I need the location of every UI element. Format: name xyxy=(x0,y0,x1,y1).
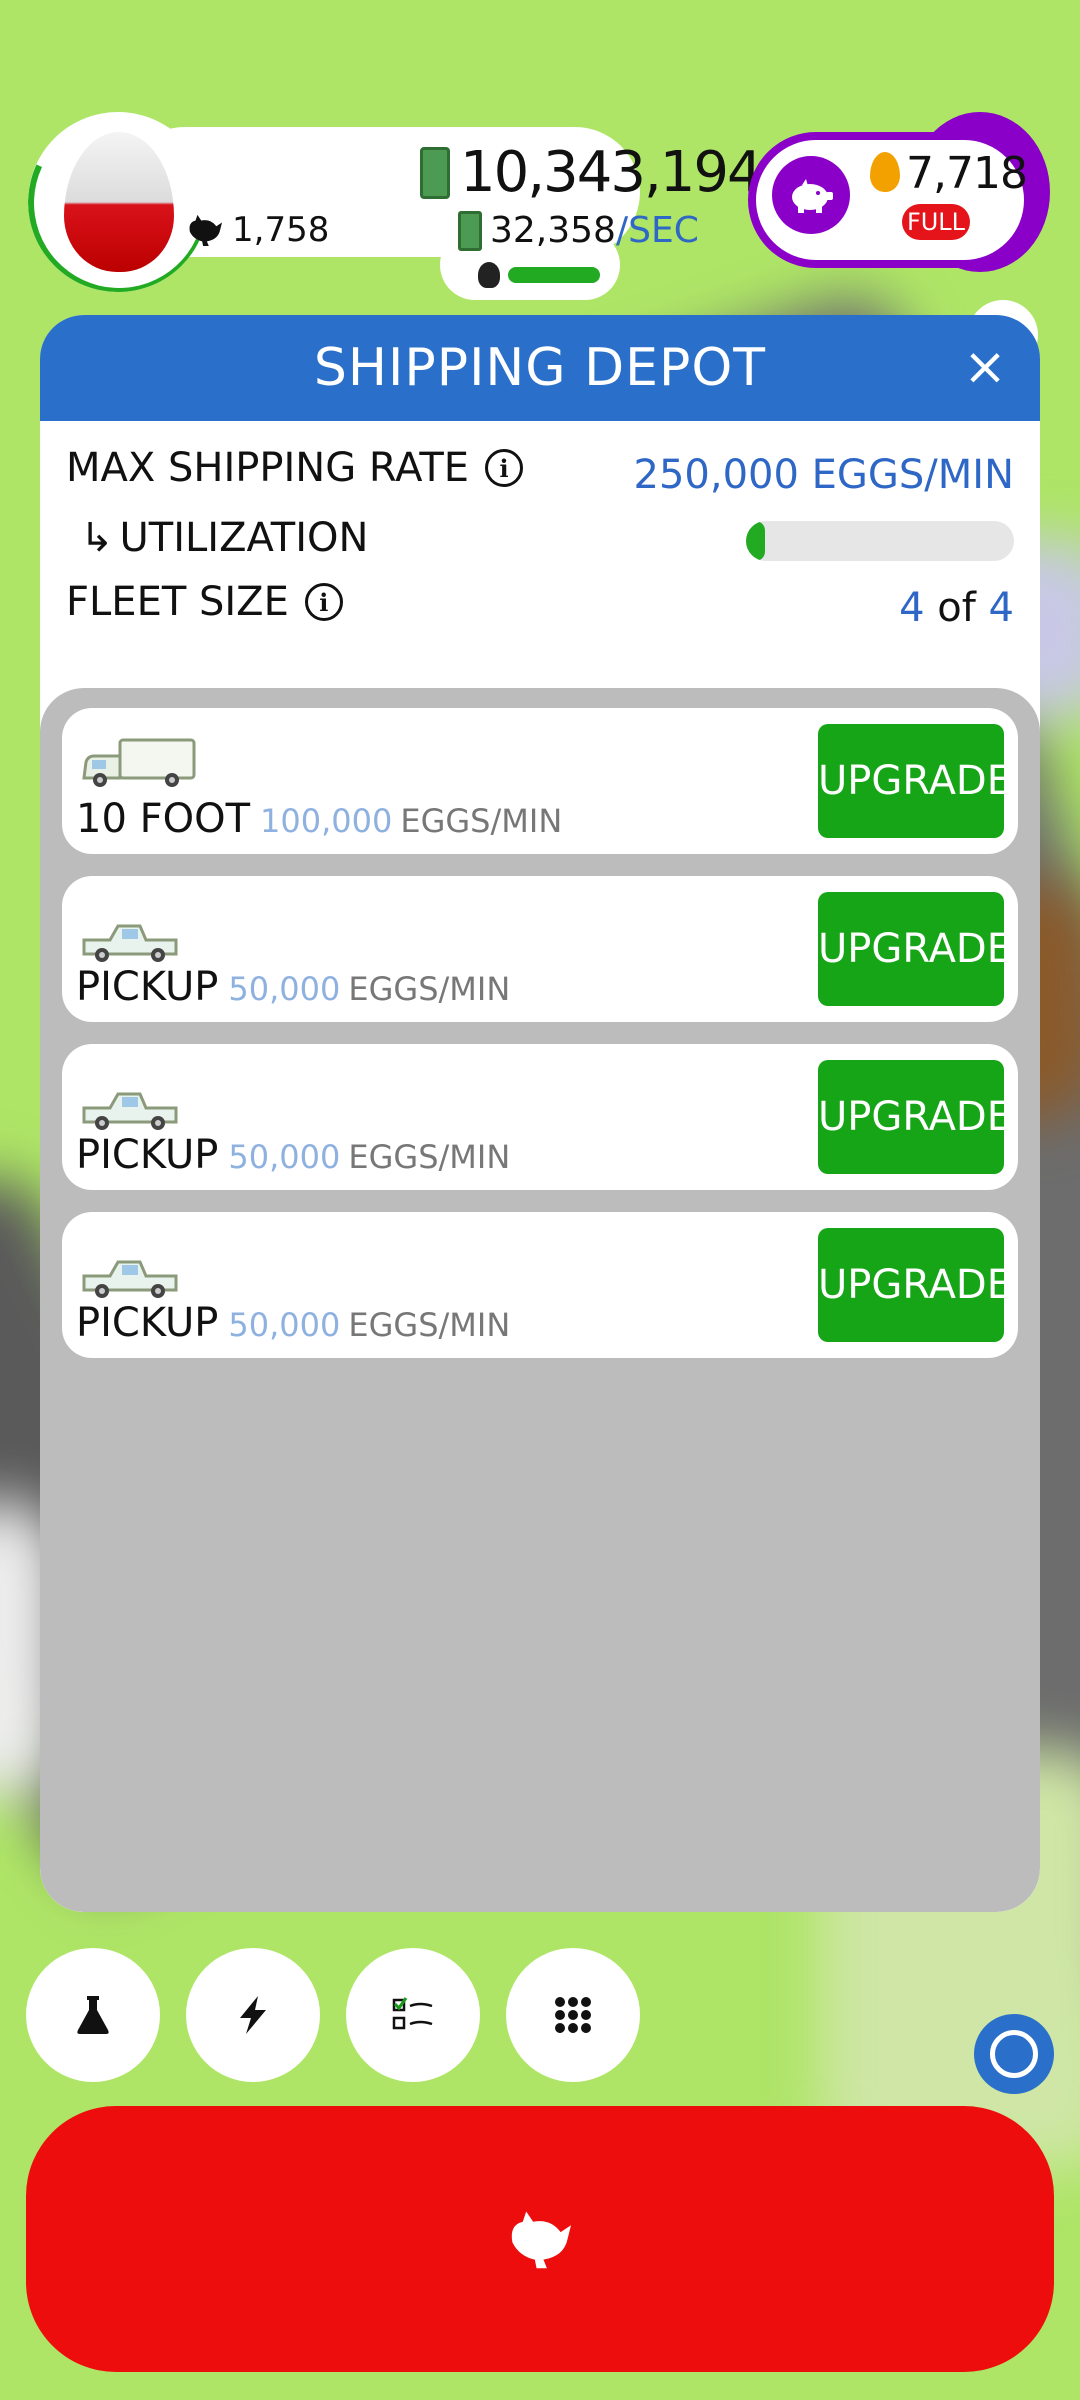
truck-name: PICKUP xyxy=(76,1132,219,1178)
upgrade-button[interactable]: UPGRADE xyxy=(818,1228,1012,1342)
truck-capacity-unit: EGGS/MIN xyxy=(400,802,563,840)
truck-card: 10 FOOT 100,000 EGGS/MIN UPGRADE xyxy=(62,708,1018,854)
fleet-size-value: 4 of 4 xyxy=(899,585,1014,631)
hatch-chicken-button[interactable] xyxy=(26,2106,1054,2372)
checklist-icon xyxy=(392,1997,433,2030)
cash-icon xyxy=(458,210,482,251)
missions-button[interactable] xyxy=(346,1948,480,2082)
return-arrow-icon: ↳ xyxy=(80,515,114,561)
chicken-icon xyxy=(189,214,222,247)
fleet-size-row: FLEET SIZE i xyxy=(66,579,343,625)
utilization-label: UTILIZATION xyxy=(119,515,369,561)
truck-card: PICKUP 50,000 EGGS/MIN UPGRADE xyxy=(62,876,1018,1022)
max-shipping-rate-value: 250,000 EGGS/MIN xyxy=(633,452,1015,498)
truck-capacity: 50,000 xyxy=(228,970,341,1008)
info-icon[interactable]: i xyxy=(485,449,524,487)
fleet-max: 4 xyxy=(988,585,1014,631)
circle-icon xyxy=(990,2030,1038,2078)
hatch-bar xyxy=(508,267,600,283)
piggy-bank-button[interactable] xyxy=(772,156,850,234)
truck-capacity-unit: EGGS/MIN xyxy=(348,1306,511,1344)
max-shipping-rate-row: MAX SHIPPING RATE i xyxy=(66,445,524,491)
utilization-fill xyxy=(746,521,765,561)
hatch-progress xyxy=(478,262,600,288)
upgrade-button[interactable]: UPGRADE xyxy=(818,1060,1012,1174)
pickup-truck-icon xyxy=(82,924,178,962)
menu-button[interactable] xyxy=(506,1948,640,2082)
research-button[interactable] xyxy=(26,1948,160,2082)
fleet-list: 10 FOOT 100,000 EGGS/MIN UPGRADE PICKUP 50,… xyxy=(40,688,1040,1912)
truck-name: PICKUP xyxy=(76,1300,219,1346)
cash-icon xyxy=(420,146,450,199)
chick-icon xyxy=(478,262,500,288)
max-shipping-rate-label: MAX SHIPPING RATE xyxy=(66,445,470,491)
lightning-icon xyxy=(240,1996,266,2034)
golden-egg-icon xyxy=(870,152,900,192)
golden-egg-count: 7,718 xyxy=(906,148,1028,199)
truck-name: PICKUP xyxy=(76,964,219,1010)
fleet-current: 4 xyxy=(899,585,925,631)
truck-name-line: PICKUP 50,000 EGGS/MIN xyxy=(76,964,510,1010)
truck-capacity: 100,000 xyxy=(260,802,393,840)
fleet-of: of xyxy=(937,585,976,631)
boost-button[interactable] xyxy=(186,1948,320,2082)
upgrade-button[interactable]: UPGRADE xyxy=(818,724,1012,838)
chicken-icon xyxy=(511,2211,571,2269)
chicken-count-value: 1,758 xyxy=(232,210,330,250)
truck-capacity-unit: EGGS/MIN xyxy=(348,970,511,1008)
truck-name-line: PICKUP 50,000 EGGS/MIN xyxy=(76,1132,510,1178)
close-button[interactable]: × xyxy=(960,341,1010,393)
truck-capacity-unit: EGGS/MIN xyxy=(348,1138,511,1176)
money-rate-unit: /SEC xyxy=(615,210,699,251)
money-value: 10,343,194 xyxy=(460,140,763,205)
chicken-count: 1,758 xyxy=(186,210,329,250)
modal-title: SHIPPING DEPOT xyxy=(313,338,767,398)
truck-name-line: PICKUP 50,000 EGGS/MIN xyxy=(76,1300,510,1346)
utilization-bar xyxy=(746,521,1014,561)
truck-card: PICKUP 50,000 EGGS/MIN UPGRADE xyxy=(62,1044,1018,1190)
truck-capacity: 50,000 xyxy=(228,1138,341,1176)
truck-capacity: 50,000 xyxy=(228,1306,341,1344)
info-icon[interactable]: i xyxy=(304,583,343,621)
shipping-depot-modal: SHIPPING DEPOT × MAX SHIPPING RATE i 250… xyxy=(40,315,1040,1912)
money-rate: 32,358/SEC xyxy=(458,210,699,251)
camera-mode-button[interactable] xyxy=(974,2014,1054,2094)
egg-button[interactable] xyxy=(28,112,208,292)
pickup-truck-icon xyxy=(82,1092,178,1130)
truck-name-line: 10 FOOT 100,000 EGGS/MIN xyxy=(76,796,562,842)
grid-menu-icon xyxy=(555,1997,591,2033)
pickup-truck-icon xyxy=(82,1260,178,1298)
piggy-bank-icon xyxy=(792,179,833,213)
truck-name: 10 FOOT xyxy=(76,796,251,842)
upgrade-button[interactable]: UPGRADE xyxy=(818,892,1012,1006)
money-rate-value: 32,358 xyxy=(490,210,616,251)
box-truck-icon xyxy=(82,738,196,787)
money-display: 10,343,194 xyxy=(420,140,763,205)
full-badge: FULL xyxy=(902,204,970,240)
truck-card: PICKUP 50,000 EGGS/MIN UPGRADE xyxy=(62,1212,1018,1358)
utilization-row: ↳ UTILIZATION xyxy=(80,515,368,561)
fleet-size-label: FLEET SIZE xyxy=(66,579,289,625)
flask-icon xyxy=(77,1996,109,2034)
